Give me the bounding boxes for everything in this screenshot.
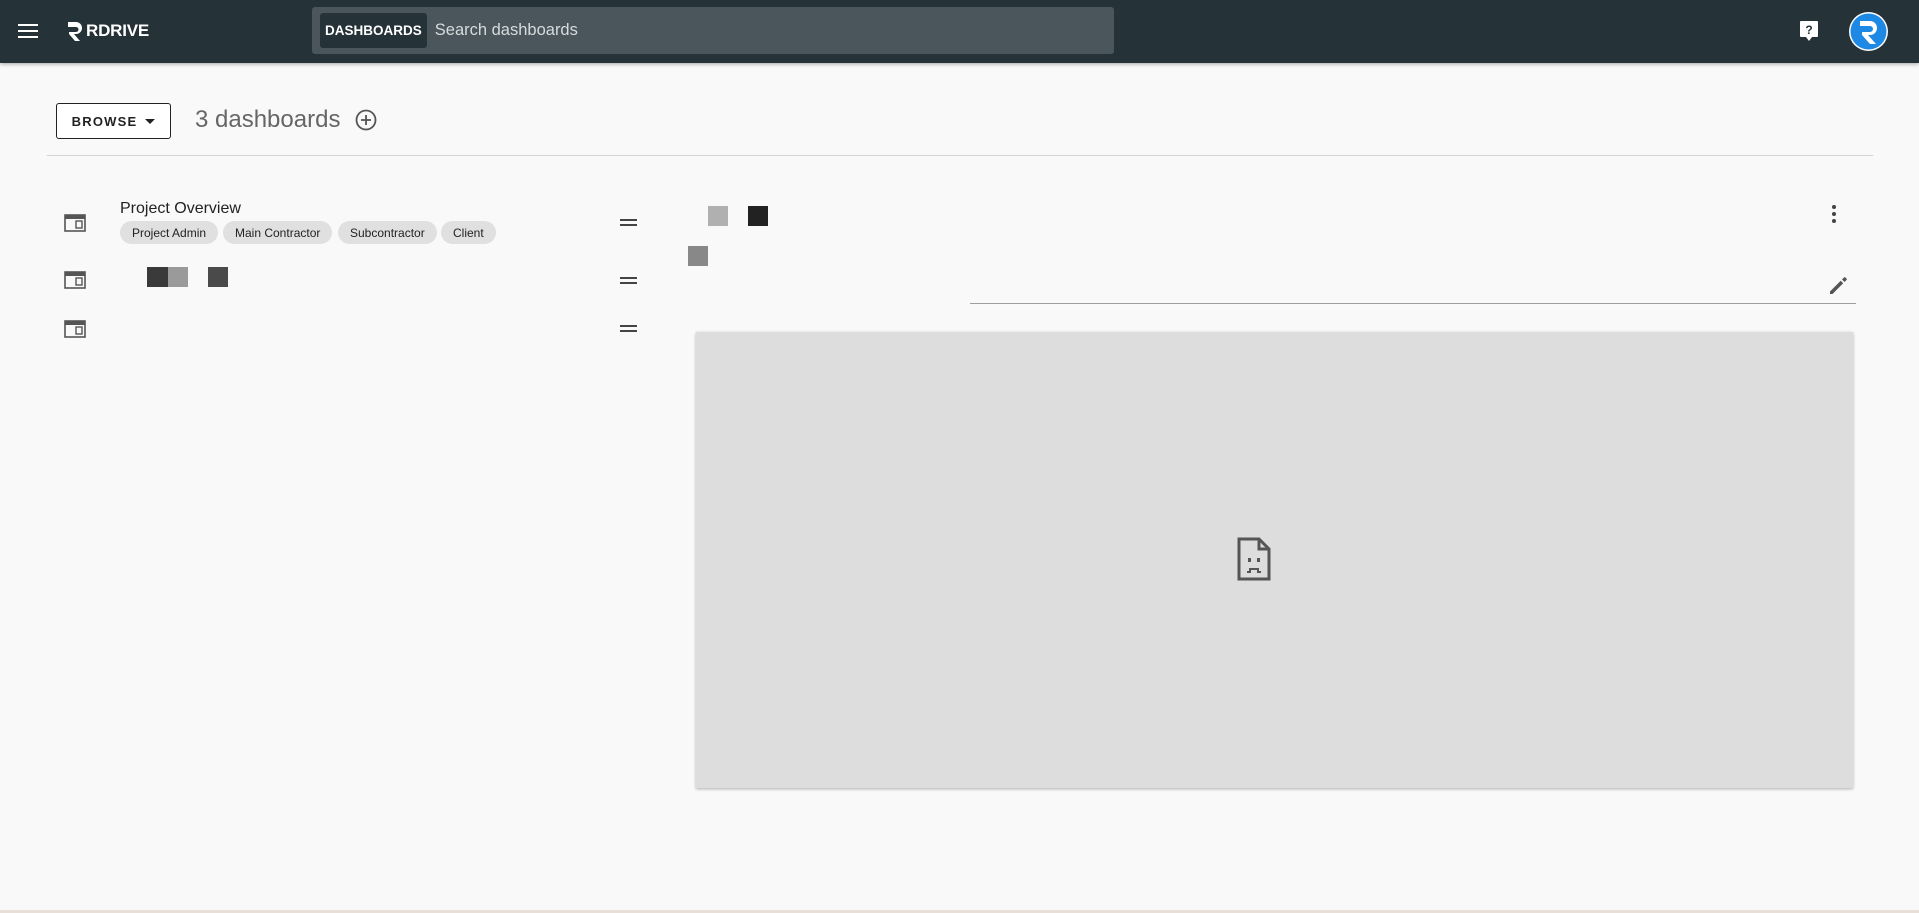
help-icon: ? (1800, 21, 1818, 41)
search-bar: DASHBOARDS (312, 7, 1114, 54)
redacted-block (688, 246, 708, 266)
dashboard-icon[interactable] (64, 320, 86, 338)
tag-chip: Subcontractor (338, 221, 437, 244)
search-input[interactable] (434, 13, 1114, 48)
brand-logo[interactable]: RDRIVE (66, 18, 149, 44)
dashboard-icon[interactable] (64, 271, 86, 289)
description-field[interactable] (970, 303, 1856, 304)
redacted-block (208, 267, 228, 287)
dashboard-preview (696, 332, 1853, 788)
dashboard-icon[interactable] (64, 214, 86, 232)
redacted-block (147, 267, 168, 287)
tag-chip: Project Admin (120, 221, 219, 244)
avatar-logo-icon (1850, 13, 1887, 50)
toolbar-divider (47, 155, 1873, 156)
drag-handle-icon[interactable] (620, 218, 637, 228)
broken-page-icon (1237, 537, 1271, 581)
dashboard-title[interactable]: Project Overview (120, 200, 241, 218)
add-dashboard-button[interactable] (354, 108, 378, 132)
browse-label: BROWSE (71, 113, 138, 129)
tag-chip: Client (441, 221, 496, 244)
drag-handle-icon[interactable] (620, 324, 637, 334)
app-bar: RDRIVE DASHBOARDS ? (0, 0, 1919, 63)
redacted-block (168, 267, 188, 287)
dashboard-count: 3 dashboards (195, 106, 341, 133)
svg-text:?: ? (1805, 23, 1812, 37)
user-avatar[interactable] (1849, 12, 1888, 51)
menu-button[interactable] (14, 17, 42, 45)
more-options-button[interactable] (1825, 201, 1843, 227)
hamburger-icon (18, 24, 38, 38)
redacted-block (708, 206, 728, 226)
help-button[interactable]: ? (1796, 18, 1822, 44)
rdrive-logo-icon (68, 22, 82, 41)
drag-handle-icon[interactable] (620, 276, 637, 286)
redacted-block (748, 206, 768, 226)
browse-button[interactable]: BROWSE (56, 103, 171, 139)
add-circle-icon (355, 109, 377, 131)
brand-name: RDRIVE (86, 21, 150, 40)
edit-icon (1830, 277, 1847, 294)
search-scope-chip[interactable]: DASHBOARDS (320, 13, 427, 48)
more-vert-icon (1832, 205, 1836, 209)
caret-down-icon (145, 118, 156, 124)
tag-chip: Main Contractor (223, 221, 333, 244)
edit-description-button[interactable] (1826, 274, 1850, 298)
